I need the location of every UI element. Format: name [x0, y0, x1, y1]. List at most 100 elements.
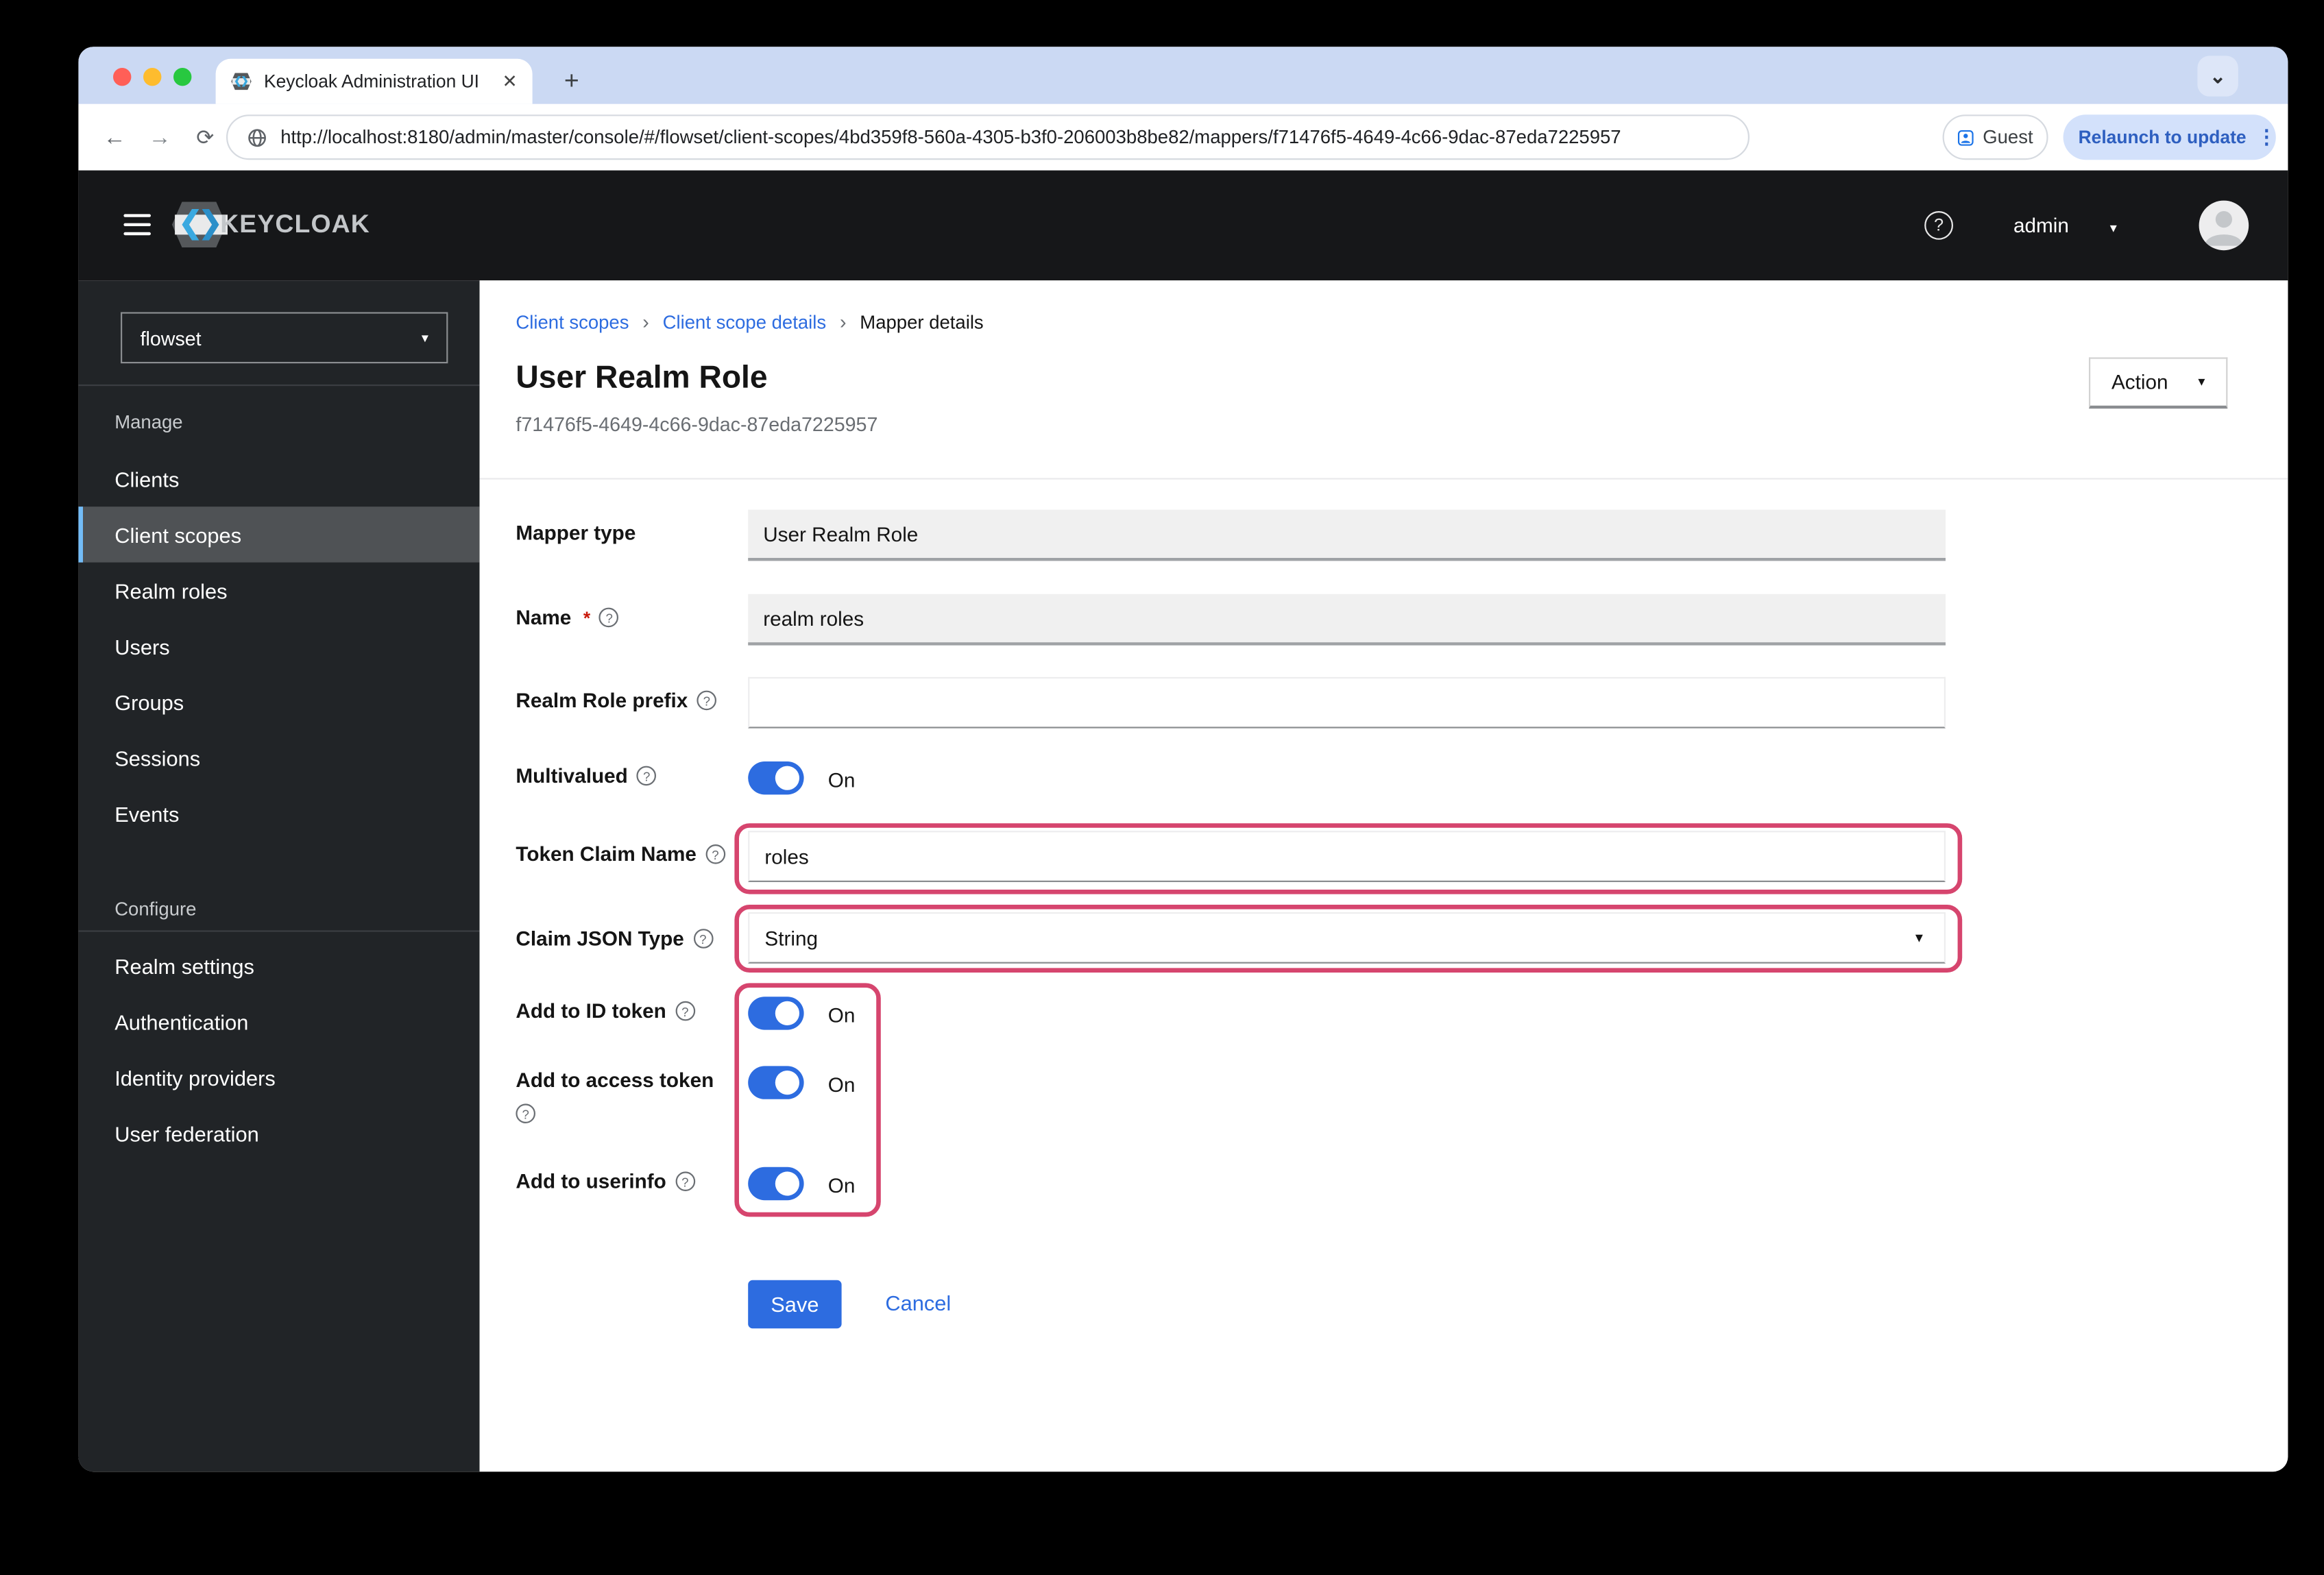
forward-icon[interactable]: → — [142, 121, 178, 154]
relaunch-label: Relaunch to update — [2078, 126, 2247, 148]
name-label: Name * ? — [516, 606, 619, 628]
sidebar-item-authentication[interactable]: Authentication — [78, 994, 479, 1049]
add-to-userinfo-label: Add to userinfo ? — [516, 1170, 695, 1193]
select-caret-icon: ▾ — [1915, 929, 1923, 947]
add-to-id-token-label: Add to ID token ? — [516, 1000, 695, 1023]
add-to-userinfo-state: On — [827, 1174, 856, 1197]
mapper-type-label: Mapper type — [516, 522, 636, 545]
breadcrumb-sep-icon: › — [642, 310, 649, 334]
avatar-icon — [2205, 211, 2243, 246]
user-menu-caret-icon[interactable]: ▾ — [2110, 220, 2117, 236]
sidebar-divider — [78, 930, 480, 932]
tab-title: Keycloak Administration UI — [264, 71, 480, 93]
avatar[interactable] — [2199, 200, 2249, 251]
reload-icon[interactable]: ⟳ — [187, 121, 223, 154]
token-claim-name-label: Token Claim Name ? — [516, 843, 725, 866]
relaunch-to-update-button[interactable]: Relaunch to update ⋮ — [2063, 114, 2277, 160]
claim-json-type-help-icon[interactable]: ? — [693, 929, 713, 949]
token-claim-name-input[interactable] — [748, 831, 1946, 882]
add-to-userinfo-help-icon[interactable]: ? — [675, 1171, 695, 1191]
nav-toggle-icon[interactable] — [123, 210, 151, 240]
token-claim-name-help-icon[interactable]: ? — [705, 844, 725, 864]
app-body: flowset ▾ Manage Clients Client scopes R… — [78, 280, 2288, 1472]
breadcrumb-client-scope-details[interactable]: Client scope details — [663, 311, 826, 332]
name-input — [748, 594, 1946, 646]
breadcrumb-mapper-details: Mapper details — [860, 311, 984, 333]
maximize-window-button[interactable] — [173, 68, 192, 86]
browser-tab[interactable]: Keycloak Administration UI ✕ — [215, 58, 533, 104]
new-tab-button[interactable]: + — [552, 62, 591, 101]
sidebar-item-sessions[interactable]: Sessions — [78, 730, 479, 785]
sidebar-item-events[interactable]: Events — [78, 785, 479, 841]
nav-group-configure: Configure — [114, 899, 197, 920]
back-icon[interactable]: ← — [97, 121, 133, 154]
breadcrumb-client-scopes[interactable]: Client scopes — [516, 311, 629, 332]
sidebar-item-user-federation[interactable]: User federation — [78, 1106, 479, 1161]
save-button[interactable]: Save — [748, 1280, 842, 1329]
action-caret-icon: ▾ — [2198, 374, 2205, 389]
mapper-type-input — [748, 509, 1946, 561]
sidebar-item-client-scopes[interactable]: Client scopes — [78, 506, 480, 563]
add-to-access-token-toggle[interactable] — [748, 1066, 804, 1099]
breadcrumb-sep-icon: › — [839, 310, 847, 334]
address-bar[interactable]: http://localhost:8180/admin/master/conso… — [226, 114, 1750, 160]
screen: Keycloak Administration UI ✕ + ⌄ ← → ⟳ h… — [0, 0, 2324, 1575]
header-divider — [479, 478, 2288, 480]
brand-text: KEYCLOAK — [220, 209, 370, 239]
add-to-access-token-help-icon[interactable]: ? — [516, 1103, 535, 1123]
browser-menu-icon[interactable]: ⋮ — [2257, 125, 2277, 149]
cancel-link[interactable]: Cancel — [885, 1291, 951, 1315]
action-dropdown-button[interactable]: Action ▾ — [2089, 357, 2228, 409]
sidebar-item-identity-providers[interactable]: Identity providers — [78, 1049, 479, 1105]
action-label: Action — [2111, 371, 2168, 394]
add-to-userinfo-toggle[interactable] — [748, 1167, 804, 1201]
realm-selector[interactable]: flowset ▾ — [121, 312, 448, 364]
add-to-id-token-toggle[interactable] — [748, 997, 804, 1030]
multivalued-help-icon[interactable]: ? — [636, 766, 657, 786]
claim-json-type-value: String — [764, 926, 819, 949]
browser-toolbar: ← → ⟳ http://localhost:8180/admin/master… — [78, 103, 2288, 171]
add-to-id-token-state: On — [827, 1004, 856, 1027]
multivalued-state: On — [827, 769, 856, 792]
name-help-icon[interactable]: ? — [599, 607, 619, 628]
keycloak-logo[interactable]: KEYCLOAK — [169, 199, 370, 250]
close-window-button[interactable] — [113, 68, 132, 86]
add-to-access-token-state: On — [827, 1073, 856, 1097]
add-to-access-token-label: Add to access token — [516, 1069, 714, 1092]
tab-close-icon[interactable]: ✕ — [502, 71, 517, 92]
realm-role-prefix-help-icon[interactable]: ? — [697, 690, 717, 711]
url-text: http://localhost:8180/admin/master/conso… — [280, 126, 1621, 148]
guest-avatar-icon — [1957, 129, 1974, 145]
add-to-id-token-help-icon[interactable]: ? — [675, 1001, 695, 1021]
sidebar-item-groups[interactable]: Groups — [78, 674, 479, 729]
profile-button[interactable]: Guest — [1942, 114, 2048, 160]
multivalued-toggle[interactable] — [748, 761, 804, 795]
sidebar-divider — [78, 384, 480, 387]
realm-role-prefix-label: Realm Role prefix ? — [516, 689, 717, 711]
nav-group-manage: Manage — [114, 411, 183, 433]
realm-role-prefix-input[interactable] — [748, 676, 1946, 729]
profile-label: Guest — [1983, 126, 2033, 148]
sidebar-item-realm-settings[interactable]: Realm settings — [78, 938, 479, 993]
keycloak-favicon — [231, 73, 252, 90]
multivalued-label: Multivalued ? — [516, 764, 657, 787]
sidebar: flowset ▾ Manage Clients Client scopes R… — [78, 280, 480, 1472]
claim-json-type-label: Claim JSON Type ? — [516, 927, 713, 950]
required-asterisk: * — [583, 607, 591, 628]
realm-caret-icon: ▾ — [421, 329, 428, 345]
realm-name: flowset — [140, 326, 202, 350]
breadcrumb: Client scopes › Client scope details › M… — [516, 310, 983, 333]
sidebar-item-users[interactable]: Users — [78, 618, 479, 674]
sidebar-item-realm-roles[interactable]: Realm roles — [78, 563, 479, 618]
user-menu[interactable]: admin — [2013, 214, 2069, 236]
main-content: Client scopes › Client scope details › M… — [479, 280, 2288, 1472]
site-info-icon[interactable] — [247, 127, 267, 147]
sidebar-item-clients[interactable]: Clients — [78, 451, 479, 506]
help-icon[interactable]: ? — [1924, 211, 1953, 240]
page-subtitle: f71476f5-4649-4c66-9dac-87eda7225957 — [516, 413, 878, 436]
tab-search-button[interactable]: ⌄ — [2197, 56, 2238, 97]
browser-tabstrip: Keycloak Administration UI ✕ + ⌄ — [78, 47, 2288, 104]
minimize-window-button[interactable] — [143, 68, 162, 86]
claim-json-type-select[interactable]: String ▾ — [748, 912, 1946, 964]
page-title: User Realm Role — [516, 360, 768, 395]
